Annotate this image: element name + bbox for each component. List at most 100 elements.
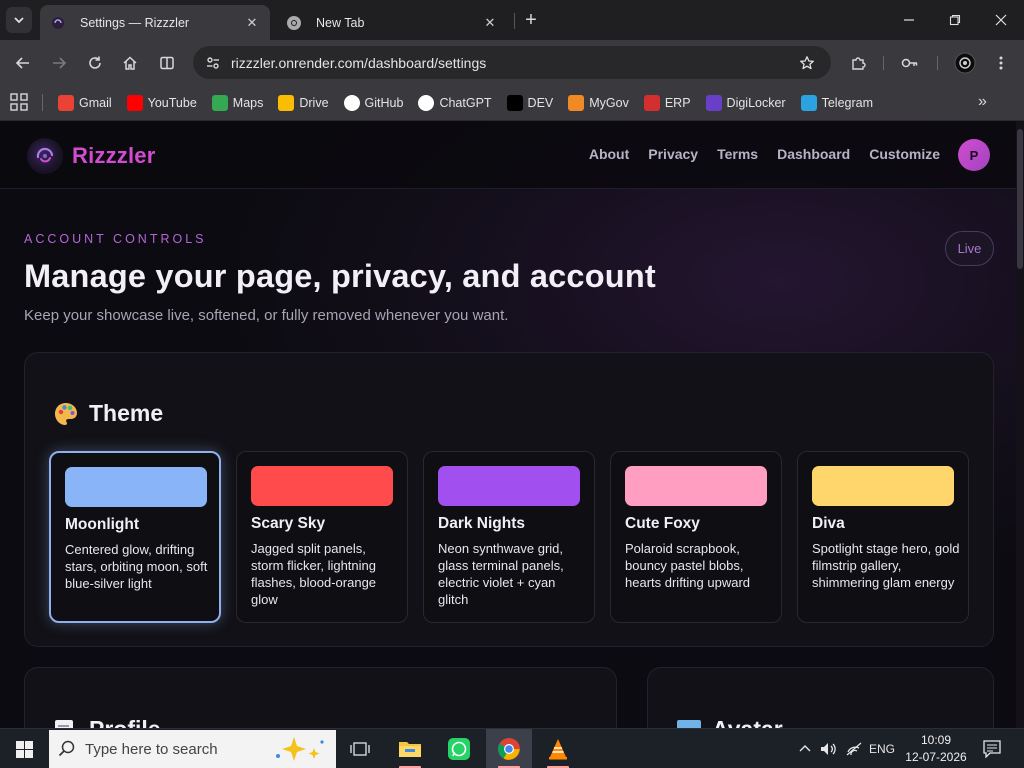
bookmark-github[interactable]: GitHub [343,95,404,111]
web-page: Rizzzler About Privacy Terms Dashboard C… [0,121,1024,728]
theme-option-scary-sky[interactable]: Scary Sky Jagged split panels, storm flic… [236,451,408,623]
volume-button[interactable] [818,729,840,768]
close-icon[interactable]: ✕ [482,15,498,31]
show-hidden-icons-button[interactable] [794,729,816,768]
theme-swatch [251,466,393,506]
profile-avatar-icon [954,52,976,74]
input-language[interactable]: ENG [867,729,897,768]
task-view-icon [350,742,370,756]
bookmark-label: DigiLocker [726,96,786,110]
chrome-favicon-icon [286,15,302,31]
profile-button[interactable] [952,50,978,76]
more-bookmarks-chevron-icon[interactable]: » [978,93,987,111]
tab-settings-rizzzler[interactable]: Settings — Rizzzler ✕ [40,5,270,40]
vlc-button[interactable] [535,729,581,768]
task-view-button[interactable] [337,729,383,768]
network-button[interactable] [843,729,865,768]
split-view-button[interactable] [154,50,180,76]
theme-description: Spotlight stage hero, gold filmstrip gal… [812,541,960,590]
back-button[interactable] [10,50,36,76]
search-icon [49,740,85,758]
theme-swatch [438,466,580,506]
bookmark-erp[interactable]: ERP [643,95,691,111]
theme-option-diva[interactable]: Diva Spotlight stage hero, gold filmstrip… [797,451,969,623]
chrome-menu-button[interactable] [988,50,1014,76]
notification-center-icon [983,740,1001,758]
theme-option-cute-foxy[interactable]: Cute Foxy Polaroid scrapbook, bouncy past… [610,451,782,623]
bookmark-dev[interactable]: DEV [506,95,553,111]
forward-button[interactable] [46,50,72,76]
whatsapp-icon [448,738,470,760]
site-info-icon[interactable] [197,51,229,75]
close-window-button[interactable] [978,0,1024,40]
tab-new-tab[interactable]: New Tab ✕ [276,5,508,40]
apps-grid-icon[interactable] [10,93,28,111]
brand-logo-icon[interactable] [27,138,63,174]
bookmark-youtube[interactable]: YouTube [126,95,197,111]
bookmark-gmail[interactable]: Gmail [58,95,112,111]
maps-icon [211,95,228,111]
theme-option-moonlight[interactable]: Moonlight Centered glow, drifting stars, … [49,451,221,623]
wifi-icon [846,742,862,756]
clock-time: 10:09 [920,733,952,747]
avatar-card: Avatar [647,667,994,728]
tab-title: New Tab [316,15,365,30]
search-placeholder[interactable]: Type here to search [85,741,270,758]
bookmark-star-icon[interactable] [793,55,821,71]
profile-title: Profile [89,716,161,728]
new-tab-button[interactable]: + [520,9,542,31]
passwords-button[interactable] [897,50,923,76]
bookmark-digilocker[interactable]: DigiLocker [705,95,786,111]
erp-icon [643,95,660,111]
nav-dashboard[interactable]: Dashboard [777,146,850,162]
puzzle-icon [852,57,866,70]
bookmark-chatgpt[interactable]: ChatGPT [418,95,492,111]
framed-picture-icon [677,719,701,728]
reload-icon [89,56,101,69]
tab-search-button[interactable] [6,7,32,33]
speaker-icon [821,743,836,755]
file-explorer-button[interactable] [387,729,433,768]
chrome-taskbar-button[interactable] [486,729,532,768]
bookmarks-bar: Gmail YouTube Maps Drive GitHub ChatGPT DEV MyG… [0,85,1024,121]
bookmark-telegram[interactable]: Telegram [800,95,873,111]
theme-option-dark-nights[interactable]: Dark Nights Neon synthwave grid, glass te… [423,451,595,623]
nav-about[interactable]: About [589,146,629,162]
page-scrollbar[interactable] [1016,121,1024,728]
reload-button[interactable] [82,50,108,76]
bookmark-maps[interactable]: Maps [211,95,263,111]
bookmark-mygov[interactable]: MyGov [568,95,629,111]
whatsapp-button[interactable] [436,729,482,768]
start-button[interactable] [0,729,48,768]
restore-icon [949,14,961,26]
gmail-icon [58,95,74,111]
taskbar-search[interactable]: Type here to search [49,730,336,768]
toolbar-divider [883,56,884,70]
theme-heading: Theme [53,400,163,427]
arrow-left-icon [15,57,29,69]
url-text[interactable]: rizzzler.onrender.com/dashboard/settings [231,55,793,71]
minimize-button[interactable] [886,0,932,40]
scrollbar-thumb[interactable] [1017,129,1023,269]
bookmark-drive[interactable]: Drive [278,95,329,111]
address-bar[interactable]: rizzzler.onrender.com/dashboard/settings [193,46,831,79]
close-icon[interactable]: ✕ [244,15,260,31]
theme-swatch [65,467,207,507]
close-icon [995,14,1007,26]
brand-name[interactable]: Rizzzler [72,143,156,169]
home-button[interactable] [117,50,143,76]
nav-customize[interactable]: Customize [869,146,940,162]
nav-privacy[interactable]: Privacy [648,146,698,162]
theme-description: Jagged split panels, storm flicker, ligh… [251,541,377,607]
page-title: Manage your page, privacy, and account [24,258,656,294]
theme-name: Scary Sky [251,515,326,532]
bookmark-label: GitHub [364,96,404,110]
extensions-button[interactable] [845,50,871,76]
restore-button[interactable] [932,0,978,40]
system-clock[interactable]: 10:09 12-07-2026 [900,732,972,766]
nav-terms[interactable]: Terms [717,146,758,162]
more-vertical-icon [999,56,1003,70]
theme-name: Cute Foxy [625,515,700,532]
user-avatar[interactable]: P [958,139,990,171]
notifications-button[interactable] [980,729,1004,768]
